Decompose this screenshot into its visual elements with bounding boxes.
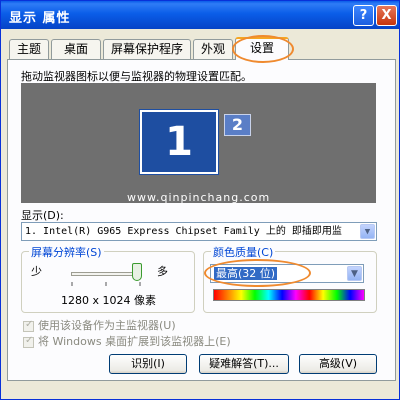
identify-button[interactable]: 识别(I) xyxy=(109,354,187,374)
close-button[interactable]: X xyxy=(376,5,397,26)
settings-tab-highlight-ring xyxy=(232,35,294,63)
watermark-text: www.qinpinchang.com xyxy=(127,191,271,204)
chevron-down-icon[interactable]: ▼ xyxy=(360,224,375,239)
resolution-less-label: 少 xyxy=(31,265,42,278)
title-bar[interactable]: 显示 属性 ? X xyxy=(1,1,399,29)
color-quality-highlight-ring xyxy=(204,259,311,287)
advanced-button[interactable]: 高级(V) xyxy=(299,354,377,374)
color-spectrum-bar xyxy=(213,289,365,301)
tab-strip: 主题 桌面 屏幕保护程序 外观 设置 xyxy=(7,35,397,63)
primary-monitor-checkbox-label: 使用该设备作为主监视器(U) xyxy=(38,319,176,332)
primary-monitor-checkbox-row: 使用该设备作为主监视器(U) xyxy=(23,317,176,333)
resolution-more-label: 多 xyxy=(157,265,168,278)
display-select[interactable]: 1. Intel(R) G965 Express Chipset Family … xyxy=(21,222,377,241)
window-title: 显示 属性 xyxy=(9,11,71,26)
display-label: 显示(D): xyxy=(21,209,64,222)
extend-desktop-checkbox-row: 将 Windows 桌面扩展到该监视器上(E) xyxy=(23,333,231,349)
display-select-value: 1. Intel(R) G965 Express Chipset Family … xyxy=(25,226,342,237)
extend-desktop-checkbox-label: 将 Windows 桌面扩展到该监视器上(E) xyxy=(38,335,231,348)
chevron-down-icon[interactable]: ▼ xyxy=(347,266,362,281)
resolution-value: 1280 x 1024 像素 xyxy=(61,294,156,307)
display-properties-window: 显示 属性 ? X 主题 桌面 屏幕保护程序 外观 设置 拖动监视器图标以便与监… xyxy=(0,0,400,400)
tab-appearance[interactable]: 外观 xyxy=(193,39,233,59)
primary-monitor-checkbox[interactable] xyxy=(23,319,34,332)
resolution-slider-thumb[interactable] xyxy=(132,263,142,281)
monitor-1-icon[interactable]: 1 xyxy=(139,109,219,175)
monitor-2-icon[interactable]: 2 xyxy=(224,114,251,136)
color-quality-group-title: 颜色质量(C) xyxy=(211,244,276,260)
extend-desktop-checkbox[interactable] xyxy=(23,335,34,348)
resolution-group-title: 屏幕分辨率(S) xyxy=(29,244,104,260)
monitor-arrangement-description: 拖动监视器图标以便与监视器的物理设置匹配。 xyxy=(21,70,252,83)
tab-desktop[interactable]: 桌面 xyxy=(51,39,101,59)
tab-themes[interactable]: 主题 xyxy=(9,39,49,59)
tab-screensaver[interactable]: 屏幕保护程序 xyxy=(103,39,191,59)
troubleshoot-button[interactable]: 疑难解答(T)... xyxy=(199,354,289,374)
help-button[interactable]: ? xyxy=(353,5,374,26)
resolution-slider-ticks xyxy=(71,282,141,286)
resolution-slider-track[interactable] xyxy=(71,272,141,276)
